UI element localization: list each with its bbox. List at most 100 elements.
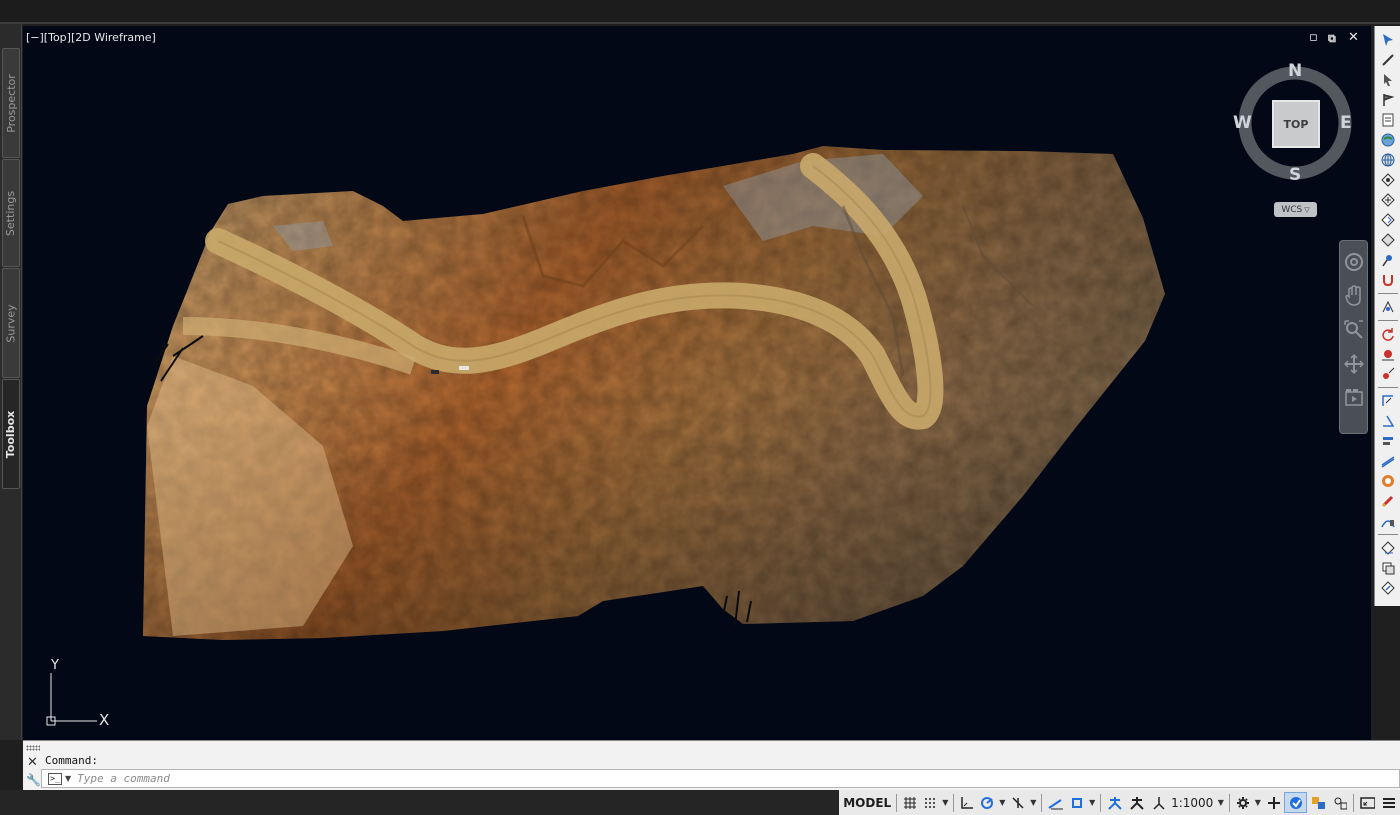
node-edit-tool-button[interactable] bbox=[1378, 230, 1398, 250]
workspace-dropdown-icon[interactable]: ▼ bbox=[1253, 798, 1263, 807]
globe-tool-button[interactable] bbox=[1378, 130, 1398, 150]
point-move-tool-button[interactable] bbox=[1378, 364, 1398, 384]
brush-tool-button[interactable] bbox=[1378, 491, 1398, 511]
status-divider bbox=[953, 793, 955, 812]
properties-icon bbox=[1380, 541, 1395, 555]
annotation-monitor-button[interactable] bbox=[1264, 792, 1283, 813]
command-prompt-icon[interactable]: >_ bbox=[48, 772, 62, 785]
showmotion-button[interactable] bbox=[1342, 383, 1366, 413]
wcs-menu[interactable]: WCS ▽ bbox=[1274, 202, 1317, 217]
snap-mode-button[interactable] bbox=[920, 792, 939, 813]
hardware-acceleration-button[interactable] bbox=[1283, 792, 1307, 813]
status-bar-controls: MODEL ▼ ▼ ▼ ▼ 1:1000 ▼ ▼ bbox=[839, 790, 1400, 815]
wcs-label: WCS bbox=[1281, 204, 1303, 215]
plus-icon bbox=[1267, 796, 1280, 809]
fullscreen-button[interactable] bbox=[1357, 792, 1378, 813]
pointer-tool-button[interactable] bbox=[1378, 70, 1398, 90]
recent-commands-dropdown-icon[interactable]: ▼ bbox=[65, 774, 71, 783]
point-red-tool-button[interactable] bbox=[1378, 344, 1398, 364]
polar-tracking-icon bbox=[981, 796, 994, 809]
line-icon bbox=[1381, 54, 1394, 66]
isodraft-button[interactable] bbox=[1008, 792, 1027, 813]
compass-south[interactable]: S bbox=[1289, 165, 1301, 185]
command-history: Command: bbox=[45, 754, 98, 767]
snap-tool-button[interactable] bbox=[1378, 297, 1398, 317]
dimension-tool-button[interactable] bbox=[1378, 391, 1398, 411]
ucs-y-label: Y bbox=[50, 658, 59, 673]
orbit-icon bbox=[1343, 354, 1364, 374]
tab-settings-label: Settings bbox=[4, 190, 18, 236]
isolate-objects-button[interactable] bbox=[1308, 792, 1329, 813]
steering-wheel-button[interactable] bbox=[1342, 247, 1366, 277]
compass-north[interactable]: N bbox=[1288, 61, 1302, 81]
document-icon bbox=[1382, 113, 1393, 127]
status-divider bbox=[1228, 793, 1230, 812]
orthomosaic-terrain-image bbox=[143, 146, 1165, 640]
command-input[interactable] bbox=[77, 772, 1399, 785]
isodraft-icon bbox=[1012, 796, 1024, 809]
clean-screen-toggle-button[interactable] bbox=[1330, 792, 1351, 813]
polar-dropdown-icon[interactable]: ▼ bbox=[997, 798, 1007, 807]
tab-toolbox[interactable]: Toolbox bbox=[2, 379, 20, 489]
tab-prospector-label: Prospector bbox=[4, 73, 18, 133]
annotation-scale-dropdown-icon[interactable]: ▼ bbox=[1216, 798, 1226, 807]
object-snap-dropdown-icon[interactable]: ▼ bbox=[1087, 798, 1097, 807]
node-move-tool-button[interactable] bbox=[1378, 210, 1398, 230]
layer-match-tool-button[interactable] bbox=[1378, 578, 1398, 598]
ortho-icon bbox=[961, 796, 974, 809]
document-tool-button[interactable] bbox=[1378, 110, 1398, 130]
object-snap-button[interactable] bbox=[1067, 792, 1086, 813]
offset-tool-button[interactable] bbox=[1378, 451, 1398, 471]
workspace-switching-button[interactable] bbox=[1233, 792, 1252, 813]
align-icon bbox=[1382, 437, 1393, 445]
grid-display-button[interactable] bbox=[900, 792, 919, 813]
drawing-viewport[interactable]: [−][Top][2D Wireframe] ▫ ⧉ ✕ N S E W TOP… bbox=[23, 26, 1371, 740]
annotation-scale-selector[interactable]: 1:1000 bbox=[1170, 792, 1215, 813]
magnet-tool-button[interactable] bbox=[1378, 270, 1398, 290]
orbit-button[interactable] bbox=[1342, 349, 1366, 379]
tab-settings[interactable]: Settings bbox=[2, 159, 20, 267]
select-tool-button[interactable] bbox=[1378, 30, 1398, 50]
viewcube-top-face[interactable]: TOP bbox=[1272, 100, 1320, 148]
cursor-icon bbox=[1382, 34, 1393, 46]
ucs-x-label: X bbox=[99, 711, 109, 729]
globe-grid-icon bbox=[1381, 153, 1394, 167]
rotate-tool-button[interactable] bbox=[1378, 324, 1398, 344]
measure-tool-button[interactable] bbox=[1378, 511, 1398, 531]
annotation-visibility-button[interactable] bbox=[1104, 792, 1125, 813]
angle-tool-button[interactable] bbox=[1378, 411, 1398, 431]
command-line-close-button[interactable]: ✕ bbox=[27, 755, 38, 770]
properties-tool-button[interactable] bbox=[1378, 538, 1398, 558]
line-tool-button[interactable] bbox=[1378, 50, 1398, 70]
color-wheel-tool-button[interactable] bbox=[1378, 471, 1398, 491]
annotation-scale-icon-button[interactable] bbox=[1148, 792, 1169, 813]
node-add-tool-button[interactable] bbox=[1378, 190, 1398, 210]
compass-west[interactable]: W bbox=[1233, 113, 1252, 133]
layer-tool-button[interactable] bbox=[1378, 558, 1398, 578]
globe-grid-tool-button[interactable] bbox=[1378, 150, 1398, 170]
viewcube[interactable]: N S E W TOP bbox=[1233, 61, 1356, 185]
pan-button[interactable] bbox=[1342, 281, 1366, 311]
align-tool-button[interactable] bbox=[1378, 431, 1398, 451]
object-snap-tracking-button[interactable] bbox=[1045, 792, 1066, 813]
pin-tool-button[interactable] bbox=[1378, 250, 1398, 270]
ortho-mode-button[interactable] bbox=[957, 792, 976, 813]
tab-survey[interactable]: Survey bbox=[2, 268, 20, 378]
tab-prospector[interactable]: Prospector bbox=[2, 48, 20, 158]
compass-east[interactable]: E bbox=[1340, 113, 1352, 133]
zoom-extents-button[interactable] bbox=[1342, 315, 1366, 345]
model-space-button[interactable]: MODEL bbox=[841, 792, 893, 813]
polar-tracking-button[interactable] bbox=[977, 792, 996, 813]
auto-scale-button[interactable] bbox=[1126, 792, 1147, 813]
command-line-grip[interactable] bbox=[26, 745, 40, 751]
node-tool-button[interactable] bbox=[1378, 170, 1398, 190]
customize-wrench-icon[interactable]: 🔧 bbox=[26, 773, 41, 787]
right-toolbar bbox=[1374, 26, 1400, 606]
status-divider bbox=[1041, 793, 1043, 812]
snap-mode-dropdown-icon[interactable]: ▼ bbox=[940, 798, 950, 807]
flag-tool-button[interactable] bbox=[1378, 90, 1398, 110]
globe-icon bbox=[1381, 133, 1394, 147]
isodraft-dropdown-icon[interactable]: ▼ bbox=[1028, 798, 1038, 807]
customization-menu-button[interactable] bbox=[1379, 792, 1398, 813]
status-divider bbox=[896, 793, 898, 812]
